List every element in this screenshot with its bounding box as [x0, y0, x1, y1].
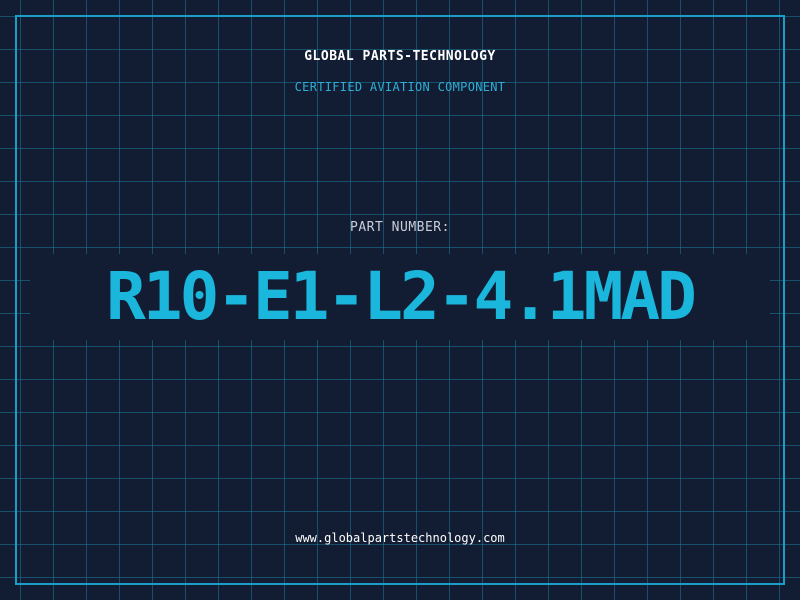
certification-subtitle: CERTIFIED AVIATION COMPONENT: [294, 80, 506, 94]
part-number-value: R10-E1-L2-4.1MAD: [106, 258, 697, 335]
website-url: www.globalpartstechnology.com: [295, 531, 505, 545]
part-number-label: PART NUMBER:: [350, 220, 450, 235]
company-name: GLOBAL PARTS-TECHNOLOGY: [304, 49, 496, 64]
